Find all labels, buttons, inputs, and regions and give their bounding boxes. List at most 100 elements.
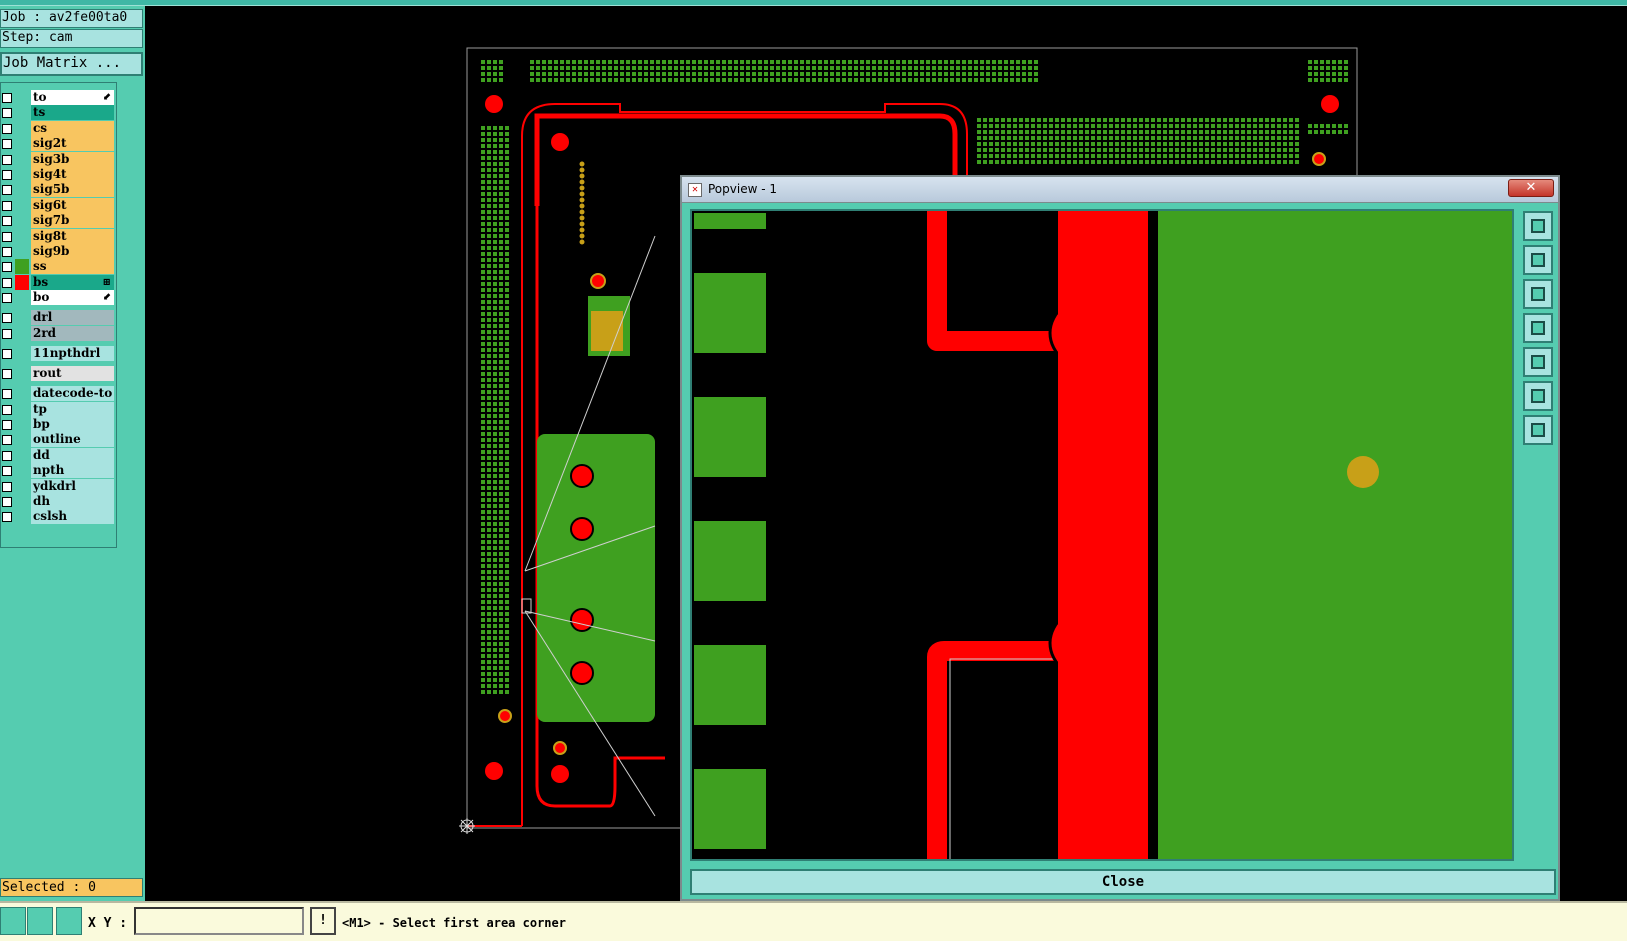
layer-color-swatch[interactable]	[15, 274, 29, 290]
layer-row[interactable]: to ⬋	[1, 90, 116, 106]
layer-row[interactable]: 2rd	[1, 326, 116, 342]
layer-color-swatch[interactable]	[15, 90, 29, 105]
layer-row[interactable]: ts	[1, 105, 116, 121]
layer-checkbox[interactable]	[2, 369, 12, 380]
layer-checkbox[interactable]	[2, 349, 12, 360]
layer-checkbox[interactable]	[2, 123, 12, 134]
layer-row[interactable]: bs ⊞	[1, 274, 116, 291]
layer-row[interactable]: datecode-to	[1, 386, 116, 402]
layer-color-swatch[interactable]	[15, 310, 29, 325]
zoom-in-icon[interactable]	[1523, 211, 1553, 241]
layer-row[interactable]: outline	[1, 432, 116, 448]
xy-input[interactable]	[134, 907, 304, 935]
layer-row[interactable]: sig4t	[1, 167, 116, 183]
layer-name[interactable]: outline	[31, 432, 114, 448]
layer-color-swatch[interactable]	[15, 494, 29, 509]
layer-color-swatch[interactable]	[15, 346, 29, 361]
layer-checkbox[interactable]	[2, 420, 12, 430]
layer-row[interactable]: tp	[1, 401, 116, 418]
layer-row[interactable]: rout	[1, 366, 116, 382]
layer-checkbox[interactable]	[2, 139, 12, 150]
layer-name[interactable]: to ⬋	[31, 90, 114, 105]
layer-color-swatch[interactable]	[15, 198, 29, 213]
layer-color-swatch[interactable]	[15, 366, 29, 381]
layer-row[interactable]: ydkdrl	[1, 478, 116, 495]
layer-color-swatch[interactable]	[15, 402, 29, 417]
layer-color-swatch[interactable]	[15, 509, 29, 524]
layer-name[interactable]: ts	[31, 105, 114, 121]
layer-name[interactable]: datecode-to	[31, 386, 114, 402]
zoom-out-icon[interactable]	[1523, 415, 1553, 445]
layer-checkbox[interactable]	[2, 512, 12, 523]
layer-color-swatch[interactable]	[15, 432, 29, 447]
layer-row[interactable]: sig8t	[1, 228, 116, 245]
job-matrix-button[interactable]: Job Matrix ...	[0, 52, 143, 76]
layer-color-swatch[interactable]	[15, 121, 29, 136]
layer-name[interactable]: dh	[31, 494, 114, 509]
layer-name[interactable]: dd	[31, 447, 114, 463]
layer-color-swatch[interactable]	[15, 229, 29, 244]
layer-name[interactable]: drl	[31, 310, 114, 326]
layer-row[interactable]: 11npthdrl	[1, 346, 116, 362]
layer-name[interactable]: ss	[31, 259, 114, 275]
pan-left-icon[interactable]	[1523, 313, 1553, 343]
layer-name[interactable]: sig6t	[31, 197, 114, 213]
layer-name[interactable]: bp	[31, 417, 114, 432]
layer-checkbox[interactable]	[2, 170, 12, 180]
layer-checkbox[interactable]	[2, 216, 12, 227]
layer-color-swatch[interactable]	[15, 152, 29, 167]
layer-row[interactable]: cslsh	[1, 509, 116, 525]
layer-checkbox[interactable]	[2, 277, 12, 288]
layer-name[interactable]: sig8t	[31, 228, 114, 244]
close-icon[interactable]: ✕	[1508, 179, 1554, 197]
close-button[interactable]: Close	[690, 869, 1556, 895]
layer-checkbox[interactable]	[2, 329, 12, 340]
layer-row[interactable]: sig5b	[1, 182, 116, 198]
layer-name[interactable]: sig2t	[31, 136, 114, 152]
layer-checkbox[interactable]	[2, 389, 12, 400]
layer-row[interactable]: sig7b	[1, 213, 116, 229]
layer-checkbox[interactable]	[2, 435, 12, 446]
layer-checkbox[interactable]	[2, 293, 12, 304]
layer-row[interactable]: dh	[1, 494, 116, 510]
layer-name[interactable]: sig3b	[31, 151, 114, 167]
layer-row[interactable]: sig9b	[1, 244, 116, 260]
layer-name[interactable]: cslsh	[31, 509, 114, 525]
layer-color-swatch[interactable]	[15, 213, 29, 228]
layer-color-swatch[interactable]	[15, 259, 29, 275]
pan-down-icon[interactable]	[1523, 279, 1553, 309]
layer-name[interactable]: cs	[31, 120, 114, 136]
layer-checkbox[interactable]	[2, 154, 12, 165]
layer-row[interactable]: drl	[1, 310, 116, 326]
layer-row[interactable]: bo ⬋	[1, 290, 116, 306]
layer-name[interactable]: npth	[31, 463, 114, 479]
layer-row[interactable]: ss	[1, 259, 116, 275]
layer-checkbox[interactable]	[2, 108, 12, 119]
layer-color-swatch[interactable]	[15, 448, 29, 463]
layer-name[interactable]: sig5b	[31, 182, 114, 198]
popview-canvas[interactable]	[690, 209, 1514, 861]
layer-name[interactable]: 11npthdrl	[31, 346, 114, 362]
layer-color-swatch[interactable]	[15, 167, 29, 182]
warning-button[interactable]: !	[310, 907, 336, 935]
layer-checkbox[interactable]	[2, 247, 12, 257]
layer-color-swatch[interactable]	[15, 244, 29, 259]
layer-color-swatch[interactable]	[15, 182, 29, 197]
layer-row[interactable]: sig2t	[1, 136, 116, 152]
layer-name[interactable]: bo ⬋	[31, 290, 114, 306]
snap-icon[interactable]	[27, 907, 53, 935]
layer-name[interactable]: sig9b	[31, 244, 114, 259]
popview-titlebar[interactable]: ✕ Popview - 1 ✕	[682, 177, 1558, 203]
layer-color-swatch[interactable]	[15, 479, 29, 494]
layer-checkbox[interactable]	[2, 497, 12, 507]
layer-name[interactable]: sig7b	[31, 213, 114, 229]
layer-color-swatch[interactable]	[15, 136, 29, 151]
layer-checkbox[interactable]	[2, 450, 12, 461]
layer-name[interactable]: sig4t	[31, 167, 114, 182]
layer-checkbox[interactable]	[2, 262, 12, 273]
layer-row[interactable]: sig3b	[1, 151, 116, 168]
pan-right-icon[interactable]	[1523, 347, 1553, 377]
layer-name[interactable]: 2rd	[31, 326, 114, 342]
layer-checkbox[interactable]	[2, 313, 12, 324]
layer-name[interactable]: bs ⊞	[31, 274, 114, 290]
